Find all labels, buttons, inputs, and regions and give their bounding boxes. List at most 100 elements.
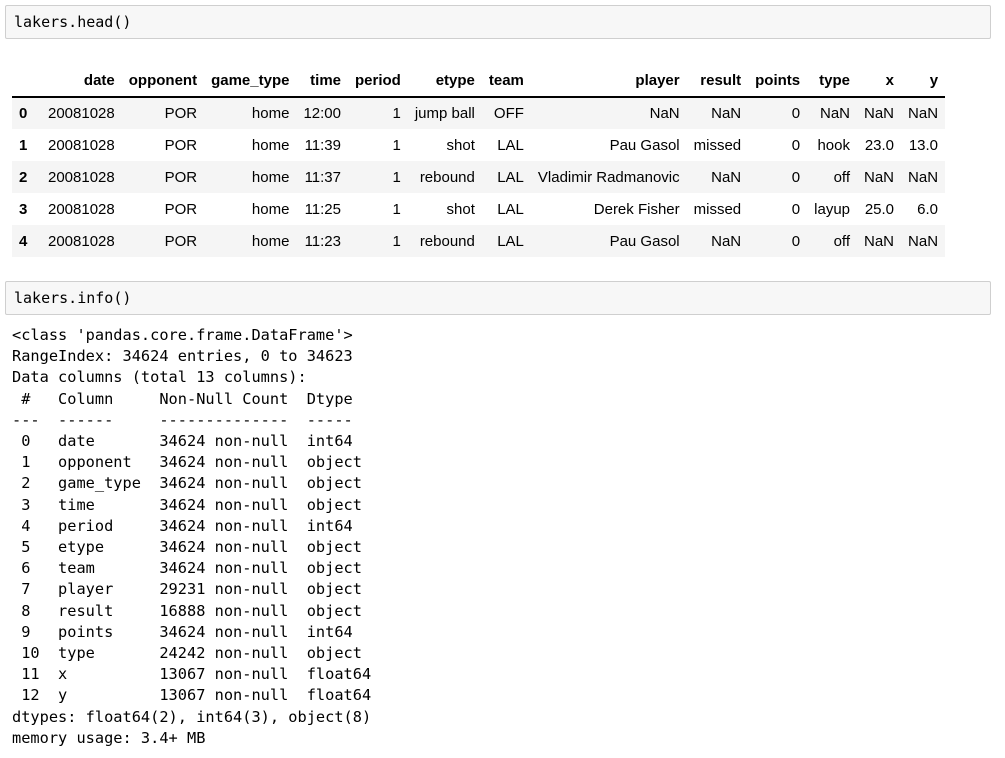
table-cell: shot xyxy=(446,200,475,218)
output-line: 1 opponent 34624 non-null object xyxy=(12,453,372,472)
table-cell: 13.0 xyxy=(908,136,939,154)
table-cell: 1 xyxy=(392,168,401,186)
table-cell: 0 xyxy=(791,105,801,122)
output-line: Data columns (total 13 columns): xyxy=(12,368,307,387)
output-line: dtypes: float64(2), int64(3), object(8) xyxy=(12,707,372,726)
table-cell: 0 xyxy=(791,136,801,154)
table-cell: hook xyxy=(817,136,850,154)
column-header: y xyxy=(901,64,946,98)
table-cell: POR xyxy=(164,136,198,154)
column-header: player xyxy=(530,64,687,98)
table-cell: NaN xyxy=(711,105,742,122)
table-header: date opponent game_type time period etype team… xyxy=(12,64,946,98)
table-cell: missed xyxy=(693,136,742,154)
table-cell: missed xyxy=(693,200,742,218)
table-cell: home xyxy=(251,105,290,122)
output-line: 11 x 13067 non-null float64 xyxy=(12,665,372,684)
table-cell: 20081028 xyxy=(48,200,115,218)
table-cell: home xyxy=(251,232,290,250)
row-index: 0 xyxy=(19,105,28,122)
table-cell: rebound xyxy=(419,232,475,250)
table-cell: POR xyxy=(164,168,198,186)
table-cell: 11:25 xyxy=(304,200,341,218)
column-header: opponent xyxy=(121,64,205,98)
table-cell: LAL xyxy=(497,232,524,250)
column-header: date xyxy=(41,64,122,98)
output-line: RangeIndex: 34624 entries, 0 to 34623 xyxy=(12,347,353,366)
output-line: <class 'pandas.core.frame.DataFrame'> xyxy=(12,326,353,344)
table-cell: NaN xyxy=(908,232,939,250)
output-line: 3 time 34624 non-null object xyxy=(12,495,372,514)
table-cell: 1 xyxy=(392,200,401,218)
table-cell: off xyxy=(833,168,850,186)
table-cell: Vladimir Radmanovic xyxy=(537,168,680,186)
column-header: result xyxy=(686,64,749,98)
table-cell: NaN xyxy=(649,105,680,122)
table-cell: Pau Gasol xyxy=(609,136,680,154)
table-cell: NaN xyxy=(864,105,895,122)
code-cell-head[interactable]: lakers.head() xyxy=(5,5,991,39)
header-row: date opponent game_type time period etype team… xyxy=(12,64,946,98)
output-line: 6 team 34624 non-null object xyxy=(12,559,372,578)
code-input-info[interactable]: lakers.info() xyxy=(14,289,131,307)
table-cell: 1 xyxy=(392,136,401,154)
table-cell: POR xyxy=(164,232,198,250)
table-cell: 0 xyxy=(791,232,801,250)
table-cell: 11:23 xyxy=(304,232,341,250)
column-header: x xyxy=(857,64,902,98)
table-cell: 0 xyxy=(791,168,801,186)
table-cell: Pau Gasol xyxy=(609,232,680,250)
output-line: 12 y 13067 non-null float64 xyxy=(12,686,372,705)
table-cell: 25.0 xyxy=(864,200,895,218)
row-index: 2 xyxy=(19,168,28,186)
output-line: memory usage: 3.4+ MB xyxy=(12,728,206,747)
table-cell: layup xyxy=(814,200,850,218)
table-cell: LAL xyxy=(497,200,524,218)
column-header: type xyxy=(807,64,857,98)
output-line: # Column Non-Null Count Dtype xyxy=(12,389,372,408)
column-header: points xyxy=(748,64,808,98)
table-cell: 0 xyxy=(791,200,801,218)
table-row: 2 20081028 POR home 11:37 1 rebound LAL Vladimir… xyxy=(12,161,946,193)
code-input-head[interactable]: lakers.head() xyxy=(14,13,131,31)
column-header: team xyxy=(481,64,531,98)
output-line: --- ------ -------------- ----- xyxy=(12,410,372,429)
dataframe-table: date opponent game_type time period etype team… xyxy=(12,64,946,257)
row-index: 1 xyxy=(19,136,28,154)
table-cell: NaN xyxy=(711,232,742,250)
table-cell: NaN xyxy=(908,168,939,186)
table-cell: NaN xyxy=(711,168,742,186)
table-cell: 20081028 xyxy=(48,105,115,122)
column-header: period xyxy=(348,64,408,98)
table-cell: 1 xyxy=(392,105,401,122)
table-cell: home xyxy=(251,168,290,186)
table-cell: 23.0 xyxy=(864,136,895,154)
table-cell: 20081028 xyxy=(48,168,115,186)
table-row: 0 20081028 POR home 12:00 1 jump ball OFF NaN NaN… xyxy=(12,97,946,129)
row-index: 3 xyxy=(19,200,28,218)
table-cell: LAL xyxy=(497,168,524,186)
table-row: 3 20081028 POR home 11:25 1 shot LAL Derek Fishe… xyxy=(12,193,945,225)
table-row: 1 20081028 POR home 11:39 1 shot LAL Pau Gasol mi… xyxy=(12,129,945,161)
table-cell: POR xyxy=(164,200,198,218)
table-cell: OFF xyxy=(493,105,524,122)
table-cell: LAL xyxy=(497,136,524,154)
output-line: 7 player 29231 non-null object xyxy=(12,580,372,599)
table-cell: 20081028 xyxy=(48,232,115,250)
table-cell: Derek Fisher xyxy=(593,200,680,218)
table-row: 4 20081028 POR home 11:23 1 rebound LAL Pau Gaso… xyxy=(12,225,946,257)
table-cell: NaN xyxy=(864,168,895,186)
output-line: 5 etype 34624 non-null object xyxy=(12,538,372,557)
table-cell: 11:37 xyxy=(304,168,341,186)
table-cell: 12:00 xyxy=(303,105,341,122)
output-line: 2 game_type 34624 non-null object xyxy=(12,474,372,493)
column-header: game_type xyxy=(204,64,297,98)
table-cell: 11:39 xyxy=(304,136,341,154)
output-line: 8 result 16888 non-null object xyxy=(12,601,372,620)
index-header xyxy=(12,64,41,98)
code-cell-info[interactable]: lakers.info() xyxy=(5,281,991,315)
table-cell: home xyxy=(251,200,290,218)
table-cell: shot xyxy=(446,136,475,154)
row-index: 4 xyxy=(19,232,28,250)
table-cell: jump ball xyxy=(414,105,475,122)
